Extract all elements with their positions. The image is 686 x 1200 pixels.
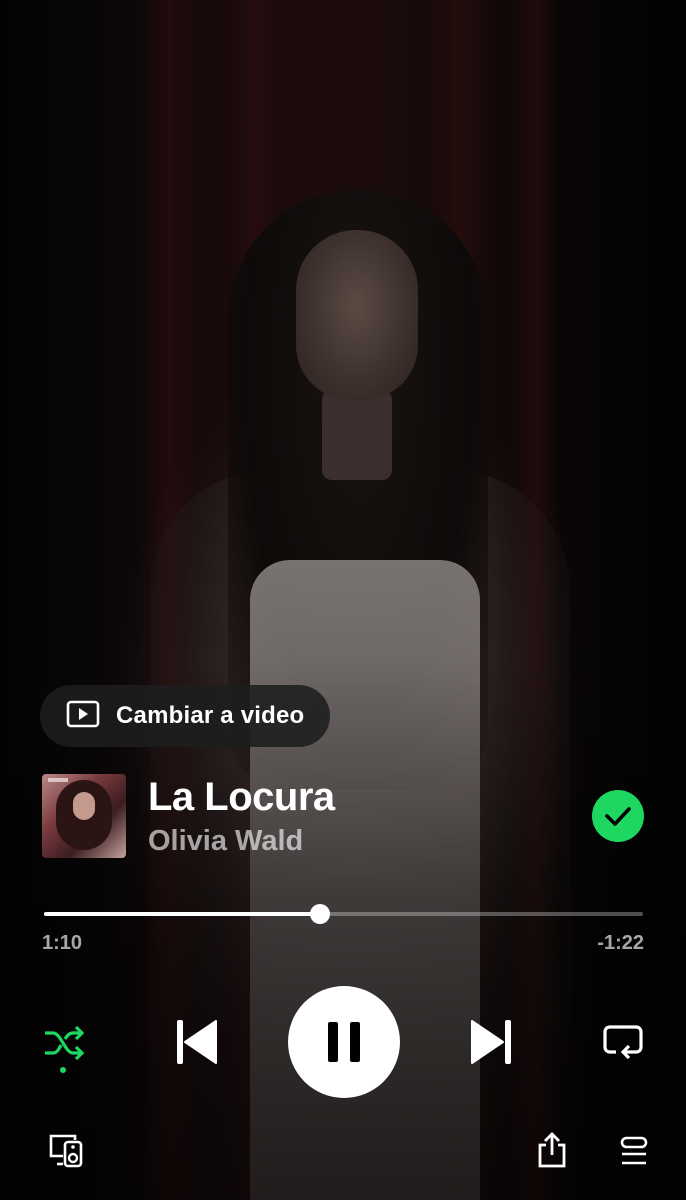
repeat-icon (603, 1025, 643, 1060)
progress-bar[interactable] (44, 904, 643, 924)
switch-to-video-button[interactable]: Cambiar a video (40, 685, 330, 747)
switch-to-video-label: Cambiar a video (116, 702, 305, 729)
progress-handle[interactable] (309, 904, 330, 924)
remaining-time: -1:22 (597, 932, 644, 954)
previous-button[interactable] (170, 1016, 222, 1068)
pause-icon (328, 1022, 360, 1062)
elapsed-time: 1:10 (42, 932, 83, 954)
track-artist[interactable]: Olivia Wald (148, 825, 592, 858)
next-button[interactable] (466, 1016, 518, 1068)
track-title[interactable]: La Locura (148, 775, 592, 819)
share-icon (538, 1132, 566, 1168)
shuffle-active-indicator (60, 1067, 66, 1073)
track-info: La Locura Olivia Wald (42, 773, 646, 859)
connect-device-button[interactable] (46, 1130, 86, 1170)
skip-next-icon (471, 1020, 511, 1064)
pause-button[interactable] (288, 986, 400, 1098)
skip-previous-icon (177, 1020, 217, 1064)
video-icon (66, 700, 100, 733)
album-cover[interactable] (42, 774, 126, 858)
shuffle-button[interactable] (38, 1020, 90, 1066)
queue-icon (620, 1136, 648, 1165)
share-button[interactable] (532, 1130, 572, 1170)
connect-device-icon (49, 1134, 83, 1168)
shuffle-icon (45, 1025, 85, 1061)
progress-fill (44, 912, 320, 916)
repeat-button[interactable] (600, 1020, 646, 1064)
saved-check-icon[interactable] (592, 790, 644, 842)
queue-button[interactable] (614, 1132, 654, 1170)
